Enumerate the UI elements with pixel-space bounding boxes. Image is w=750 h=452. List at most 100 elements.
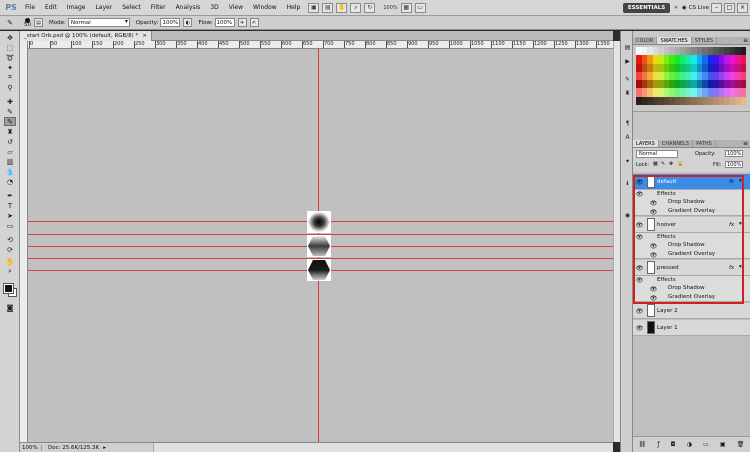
workspace-essentials-button[interactable]: ESSENTIALS <box>622 2 671 13</box>
rotate-view-icon[interactable]: ↻ <box>364 2 376 13</box>
opacity-input[interactable]: 100% <box>160 18 181 27</box>
more-workspaces-icon[interactable]: » <box>674 4 678 11</box>
minimize-button[interactable]: – <box>711 2 722 13</box>
eye-icon[interactable]: 👁 <box>635 276 644 284</box>
notes-panel-icon[interactable]: ✦ <box>623 157 632 166</box>
layer-default[interactable]: 👁 default fx ▾ <box>633 174 750 190</box>
color-swatch[interactable] <box>740 71 746 81</box>
menu-image[interactable]: Image <box>62 4 91 11</box>
cs-live-button[interactable]: ◉ CS Live <box>682 5 709 11</box>
color-swatch[interactable] <box>740 80 746 89</box>
expand-effects-icon[interactable]: ▾ <box>739 264 742 270</box>
history-brush-tool-icon[interactable]: ↺ <box>4 137 16 146</box>
close-button[interactable]: × <box>737 2 748 13</box>
screen-mode-icon[interactable]: ▭ <box>414 2 426 13</box>
pen-tool-icon[interactable]: ✒ <box>4 191 16 200</box>
delete-layer-icon[interactable]: 🗑 <box>737 441 745 448</box>
brush-preset-picker[interactable]: 50 <box>24 17 31 28</box>
tab-swatches[interactable]: SWATCHES <box>657 37 692 44</box>
layer-name[interactable]: hoover <box>657 222 676 228</box>
tablet-pressure-icon[interactable]: ✍ <box>249 18 259 27</box>
canvas-horizontal-scrollbar[interactable] <box>153 443 613 452</box>
quick-select-tool-icon[interactable]: ✦ <box>4 63 16 72</box>
eye-icon[interactable]: 👁 <box>649 285 658 293</box>
color-swatch[interactable] <box>740 47 746 56</box>
bridge-icon[interactable]: ▣ <box>308 2 320 13</box>
layer-opacity-input[interactable]: 100% <box>725 150 743 157</box>
menu-help[interactable]: Help <box>282 4 306 11</box>
fx-icon[interactable]: fx <box>729 179 734 185</box>
panel-menu-icon[interactable]: ≡ <box>743 37 748 44</box>
path-selection-tool-icon[interactable]: ➤ <box>4 211 16 220</box>
eye-icon[interactable]: 👁 <box>635 233 644 241</box>
brush-tool-icon[interactable]: ✎ <box>4 107 16 116</box>
flow-input[interactable]: 100% <box>214 18 235 27</box>
drop-shadow-effect[interactable]: Drop Shadow <box>668 199 705 205</box>
tab-paths[interactable]: PATHS <box>693 140 716 147</box>
tab-layers[interactable]: LAYERS <box>633 140 659 147</box>
layer-hoover[interactable]: 👁 hoover fx ▾ <box>633 217 750 233</box>
gradient-tool-icon[interactable]: ▥ <box>4 157 16 166</box>
type-tool-icon[interactable]: T <box>4 201 16 210</box>
layer-name[interactable]: pressed <box>657 265 679 271</box>
eraser-tool-icon[interactable]: ▱ <box>4 147 16 156</box>
layer-name[interactable]: default <box>657 179 676 185</box>
tab-channels[interactable]: CHANNELS <box>659 140 694 147</box>
tab-styles[interactable]: STYLES <box>692 37 718 44</box>
eye-icon[interactable]: 👁 <box>635 190 644 198</box>
zoom-level[interactable]: 100% <box>383 5 397 11</box>
adjustment-layer-icon[interactable]: ◑ <box>687 441 692 448</box>
menu-3d[interactable]: 3D <box>205 4 223 11</box>
menu-window[interactable]: Window <box>248 4 282 11</box>
eye-icon[interactable]: 👁 <box>649 242 658 250</box>
eye-icon[interactable]: 👁 <box>635 264 644 272</box>
lock-transparent-icon[interactable]: ▩ <box>653 161 658 167</box>
brush-tool-active-icon[interactable]: ✎ <box>4 117 16 126</box>
mode-select[interactable]: Normal <box>67 18 130 27</box>
move-tool-icon[interactable]: ✥ <box>4 33 16 42</box>
link-layers-icon[interactable]: ⛓ <box>639 441 647 448</box>
info-panel-icon[interactable]: ℹ <box>623 179 632 188</box>
eye-icon[interactable]: 👁 <box>649 251 658 259</box>
tab-color[interactable]: COLOR <box>633 37 658 44</box>
expand-effects-icon[interactable]: ▾ <box>739 178 742 184</box>
panel-menu-icon[interactable]: ≡ <box>743 140 748 147</box>
new-group-icon[interactable]: ▭ <box>703 441 709 448</box>
menu-file[interactable]: File <box>20 4 40 11</box>
3d-rotate-tool-icon[interactable]: ⟲ <box>4 235 16 244</box>
eye-icon[interactable]: 👁 <box>635 178 644 186</box>
character-panel-icon[interactable]: A <box>623 133 632 142</box>
clone-stamp-tool-icon[interactable]: ♜ <box>4 127 16 136</box>
gradient-overlay-effect[interactable]: Gradient Overlay <box>668 294 715 300</box>
fx-icon[interactable]: fx <box>729 265 734 271</box>
eyedropper-tool-icon[interactable]: ⚲ <box>4 83 16 92</box>
3d-camera-tool-icon[interactable]: ⟳ <box>4 245 16 254</box>
lock-all-icon[interactable]: 🔒 <box>677 161 683 167</box>
lasso-tool-icon[interactable]: ➰ <box>4 53 16 62</box>
status-zoom[interactable]: 100% <box>20 444 42 451</box>
opacity-pressure-icon[interactable]: ◐ <box>183 18 193 27</box>
menu-layer[interactable]: Layer <box>90 4 117 11</box>
hand-tool-icon[interactable]: ✋ <box>4 257 16 266</box>
eye-icon[interactable]: 👁 <box>635 307 644 315</box>
layer-1[interactable]: 👁 Layer 1 <box>633 320 750 336</box>
layer-pressed[interactable]: 👁 pressed fx ▾ <box>633 260 750 276</box>
arrange-documents-icon[interactable]: ▦ <box>400 2 412 13</box>
gradient-overlay-effect[interactable]: Gradient Overlay <box>668 208 715 214</box>
actions-panel-icon[interactable]: ▶ <box>623 57 632 66</box>
healing-brush-tool-icon[interactable]: ✚ <box>4 97 16 106</box>
new-layer-icon[interactable]: ▣ <box>720 441 726 448</box>
zoom-tool-icon[interactable]: ⌕ <box>350 2 362 13</box>
blur-tool-icon[interactable]: 💧 <box>4 167 16 176</box>
eye-icon[interactable]: 👁 <box>635 324 644 332</box>
drop-shadow-effect[interactable]: Drop Shadow <box>668 242 705 248</box>
layer-name[interactable]: Layer 1 <box>657 325 678 331</box>
zoom-tool-icon[interactable]: ⌕ <box>4 267 16 276</box>
history-panel-icon[interactable]: ▤ <box>623 43 632 52</box>
color-swatch[interactable] <box>740 63 746 72</box>
crop-tool-icon[interactable]: ⌗ <box>4 73 16 82</box>
eye-icon[interactable]: 👁 <box>649 199 658 207</box>
brush-panel-icon[interactable]: ✎ <box>623 75 632 84</box>
blend-mode-select[interactable]: Normal <box>636 150 678 158</box>
menu-filter[interactable]: Filter <box>146 4 171 11</box>
